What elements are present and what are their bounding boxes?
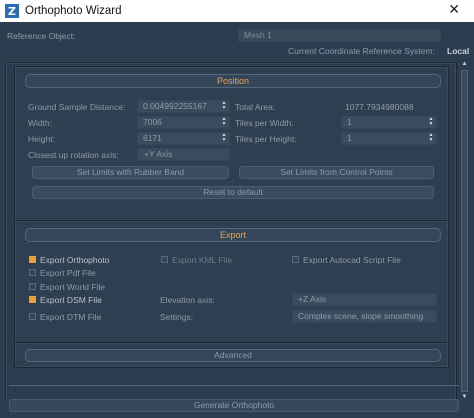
dtm-label: Export DTM File — [40, 312, 102, 322]
pdf-checkbox[interactable] — [29, 269, 36, 276]
reset-default-button[interactable]: Reset to default — [32, 186, 434, 199]
tiles-height-value: 1 — [347, 133, 352, 143]
total-area-label: Total Area: — [235, 102, 276, 112]
tiles-width-input[interactable]: 1 ▲ ▼ — [341, 116, 437, 129]
gsd-value: 0.004992255167 — [143, 101, 207, 111]
height-value: 6171 — [143, 133, 162, 143]
close-icon[interactable]: ✕ — [448, 2, 460, 18]
position-group — [14, 66, 449, 226]
rotation-axis-select[interactable]: +Y Axis — [137, 148, 230, 161]
gsd-label: Ground Sample Distance: — [28, 102, 126, 112]
autocad-checkbox[interactable] — [292, 256, 299, 263]
height-spin-icon[interactable]: ▲ ▼ — [221, 133, 227, 144]
tiles-height-spin-icon[interactable]: ▲ ▼ — [428, 133, 434, 144]
pdf-label: Export Pdf File — [40, 268, 96, 278]
scroll-thumb[interactable] — [461, 70, 468, 392]
wizard-body: Reference Object: Mesh 1 Current Coordin… — [0, 22, 474, 418]
kml-checkbox[interactable] — [161, 256, 168, 263]
tiles-height-input[interactable]: 1 ▲ ▼ — [341, 132, 437, 145]
gsd-spin-icon[interactable]: ▲ ▼ — [221, 101, 227, 112]
reference-object-field[interactable]: Mesh 1 — [238, 29, 441, 42]
width-spin-icon[interactable]: ▲ ▼ — [221, 117, 227, 128]
generate-orthophoto-button[interactable]: Generate Orthophoto — [9, 399, 459, 412]
settings-select[interactable]: Complex scene, slope smoothing — [292, 310, 437, 323]
export-header[interactable]: Export — [25, 228, 441, 242]
orthophoto-label: Export Orthophoto — [40, 255, 110, 265]
height-label: Height: — [28, 134, 55, 144]
scrollbar[interactable]: ▲ ▼ — [460, 60, 469, 402]
advanced-header[interactable]: Advanced — [25, 349, 441, 362]
position-header[interactable]: Position — [25, 74, 441, 88]
control-points-button[interactable]: Set Limits from Control Points — [239, 166, 434, 179]
tiles-width-label: Tiles per Width: — [235, 118, 294, 128]
elevation-axis-select[interactable]: +Z Axis — [292, 293, 437, 306]
crs-value: Local — [447, 46, 470, 56]
world-label: Export World File — [40, 282, 106, 292]
width-input[interactable]: 7006 ▲ ▼ — [137, 116, 230, 129]
orthophoto-checkbox[interactable] — [29, 256, 36, 263]
total-area-value: 1077.7934980088 — [345, 102, 414, 112]
rubber-band-button[interactable]: Set Limits with Rubber Band — [32, 166, 229, 179]
reference-object-label: Reference Object: — [7, 31, 76, 41]
scroll-up-icon[interactable]: ▲ — [460, 60, 469, 69]
elevation-axis-label: Elevation axis: — [160, 295, 215, 305]
autocad-label: Export Autocad Script File — [303, 255, 401, 265]
tiles-width-value: 1 — [347, 117, 352, 127]
width-label: Width: — [28, 118, 53, 128]
dsm-checkbox[interactable] — [29, 296, 36, 303]
app-logo-icon: Z — [5, 4, 19, 18]
width-value: 7006 — [143, 117, 162, 127]
settings-label: Settings: — [160, 312, 194, 322]
dtm-checkbox[interactable] — [29, 313, 36, 320]
crs-label: Current Coordinate Reference System: — [288, 46, 435, 56]
tiles-width-spin-icon[interactable]: ▲ ▼ — [428, 117, 434, 128]
world-checkbox[interactable] — [29, 283, 36, 290]
dsm-label: Export DSM File — [40, 295, 102, 305]
kml-label: Export KML File — [172, 255, 233, 265]
gsd-input[interactable]: 0.004992255167 ▲ ▼ — [137, 100, 230, 113]
title-bar: Z Orthophoto Wizard ✕ — [0, 0, 474, 22]
height-input[interactable]: 6171 ▲ ▼ — [137, 132, 230, 145]
divider — [9, 385, 459, 386]
tiles-height-label: Tiles per Height: — [235, 134, 297, 144]
scroll-down-icon[interactable]: ▼ — [460, 393, 469, 402]
rotation-axis-label: Closest up rotation axis: — [28, 150, 119, 160]
window-title: Orthophoto Wizard — [25, 5, 122, 17]
